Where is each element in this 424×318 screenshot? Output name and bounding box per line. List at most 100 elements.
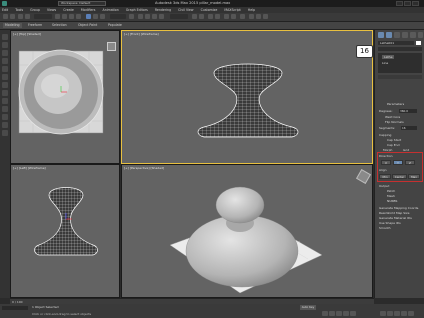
output-mesh-radio[interactable]: Mesh (387, 194, 395, 198)
hierarchy-icon[interactable] (2, 66, 8, 72)
pan-icon[interactable] (394, 311, 400, 316)
unlink-icon[interactable] (25, 14, 30, 19)
graphite-toggle-icon[interactable] (215, 14, 220, 19)
sort-icon[interactable] (2, 50, 8, 56)
workspace-dropdown[interactable]: Workspace: Default (58, 1, 106, 6)
maximize-viewport-icon[interactable] (408, 311, 414, 316)
viewport-front[interactable]: [+] [Front] [Wireframe] (121, 30, 373, 164)
object-color-swatch[interactable] (416, 41, 421, 45)
generate-mapping-checkbox[interactable]: Generate Mapping Coords. (379, 206, 419, 210)
flip-normals-checkbox[interactable]: Flip Normals (385, 120, 404, 124)
display-tab-icon[interactable] (410, 32, 416, 38)
app-logo-icon[interactable] (2, 1, 7, 6)
hierarchy-tab-icon[interactable] (394, 32, 400, 38)
maxscript-listener[interactable] (2, 306, 28, 310)
select-object-icon[interactable] (55, 14, 60, 19)
viewport-left[interactable]: [+] [Left] [Wireframe] (10, 164, 120, 298)
direction-y-button[interactable]: Y (393, 160, 403, 165)
filter-icon[interactable] (2, 58, 8, 64)
smooth-checkbox[interactable]: Smooth (379, 226, 391, 230)
direction-x-button[interactable]: X (381, 160, 391, 165)
link-icon[interactable] (18, 14, 23, 19)
percent-snap-icon[interactable] (152, 14, 157, 19)
segments-input[interactable]: 16 (401, 126, 417, 130)
degrees-input[interactable]: 360.0 (399, 109, 417, 113)
snap-toggle-icon[interactable] (138, 14, 143, 19)
space-warps-icon[interactable] (2, 106, 8, 112)
tab-modeling[interactable]: Modeling (3, 23, 22, 28)
align-max-button[interactable]: Max (408, 174, 420, 179)
align-min-button[interactable]: Min (379, 174, 391, 179)
play-icon[interactable] (336, 311, 342, 316)
align-icon[interactable] (199, 14, 204, 19)
weld-core-checkbox[interactable]: Weld Core (385, 115, 400, 119)
render-icon[interactable] (263, 14, 268, 19)
rotate-icon[interactable] (93, 14, 98, 19)
go-to-end-icon[interactable] (350, 311, 356, 316)
auto-key-button[interactable]: Auto Key (300, 305, 316, 310)
minimize-icon[interactable] (396, 1, 403, 6)
maximize-icon[interactable] (404, 1, 411, 6)
spinner-snap-icon[interactable] (159, 14, 164, 19)
viewport-perspective[interactable]: [+] [Perspective] [Shaded] (121, 164, 373, 298)
xrefs-icon[interactable] (2, 130, 8, 136)
named-selection-dropdown[interactable] (170, 14, 188, 19)
undo-icon[interactable] (3, 14, 8, 19)
cap-start-checkbox[interactable]: Cap Start (387, 138, 401, 142)
angle-snap-icon[interactable] (145, 14, 150, 19)
modify-tab-icon[interactable] (386, 32, 392, 38)
reference-coordinate-dropdown[interactable] (110, 14, 126, 19)
pivot-center-icon[interactable] (129, 14, 134, 19)
utilities-tab-icon[interactable] (418, 32, 423, 38)
stack-item-lathe[interactable]: Lathe (382, 55, 395, 59)
zoom-all-icon[interactable] (387, 311, 393, 316)
helpers-icon[interactable] (2, 98, 8, 104)
layers-icon[interactable] (2, 74, 8, 80)
render-setup-icon[interactable] (249, 14, 254, 19)
next-frame-icon[interactable] (343, 311, 349, 316)
generate-material-ids-checkbox[interactable]: Generate Material IDs (379, 216, 412, 220)
lights-icon[interactable] (2, 82, 8, 88)
move-icon[interactable] (86, 14, 91, 19)
tab-selection[interactable]: Selection (52, 23, 67, 28)
previous-frame-icon[interactable] (329, 311, 335, 316)
orbit-icon[interactable] (401, 311, 407, 316)
window-crossing-icon[interactable] (76, 14, 81, 19)
direction-z-button[interactable]: Z (405, 160, 415, 165)
tab-freeform[interactable]: Freeform (28, 23, 42, 28)
select-by-name-icon[interactable] (62, 14, 67, 19)
cameras-icon[interactable] (2, 90, 8, 96)
viewport-top[interactable]: [+] [Top] [Shaded] (10, 30, 120, 164)
rendered-frame-icon[interactable] (256, 14, 261, 19)
viewport-layout-icon[interactable] (2, 34, 8, 40)
schematic-view-icon[interactable] (231, 14, 236, 19)
close-icon[interactable] (412, 1, 419, 6)
selection-filter-dropdown[interactable] (34, 14, 52, 19)
layer-manager-icon[interactable] (208, 14, 213, 19)
motion-tab-icon[interactable] (402, 32, 408, 38)
groups-icon[interactable] (2, 122, 8, 128)
bones-icon[interactable] (2, 114, 8, 120)
material-editor-icon[interactable] (240, 14, 245, 19)
use-shape-ids-checkbox[interactable]: Use Shape IDs (379, 221, 401, 225)
modifier-list-dropdown[interactable] (378, 47, 422, 51)
tab-object-paint[interactable]: Object Paint (78, 23, 97, 28)
rectangular-selection-icon[interactable] (69, 14, 74, 19)
scale-icon[interactable] (100, 14, 105, 19)
viewcube-icon[interactable] (107, 42, 116, 51)
redo-icon[interactable] (10, 14, 15, 19)
tab-populate[interactable]: Populate (108, 23, 122, 28)
parameters-rollout-title[interactable]: Parameters (387, 102, 404, 106)
create-tab-icon[interactable] (378, 32, 384, 38)
go-to-start-icon[interactable] (322, 311, 328, 316)
mirror-icon[interactable] (192, 14, 197, 19)
curve-editor-icon[interactable] (224, 14, 229, 19)
output-patch-radio[interactable]: Patch (387, 189, 395, 193)
cap-end-checkbox[interactable]: Cap End (387, 143, 400, 147)
stack-item-line[interactable]: Line (382, 61, 388, 65)
output-nurbs-radio[interactable]: NURBS (387, 199, 397, 203)
zoom-icon[interactable] (380, 311, 386, 316)
align-center-button[interactable]: Center (392, 174, 407, 179)
real-world-map-checkbox[interactable]: Real-World Map Size (379, 211, 409, 215)
scene-explorer-icon[interactable] (2, 42, 8, 48)
